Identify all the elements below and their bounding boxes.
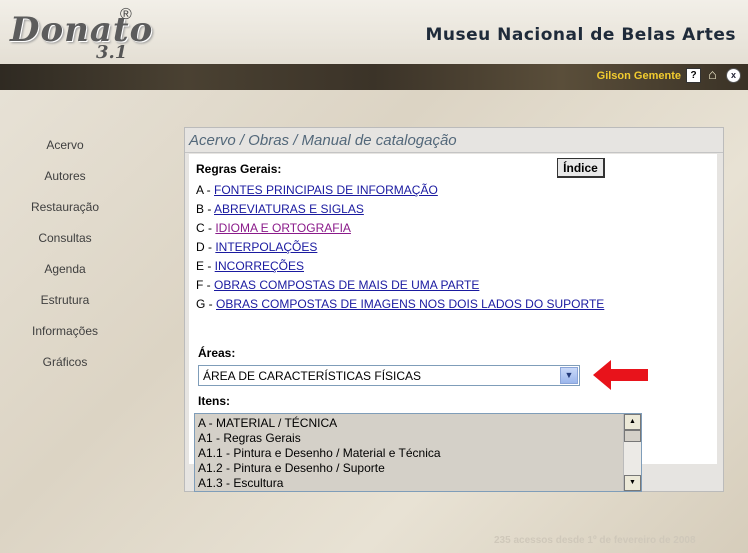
rule-link[interactable]: OBRAS COMPOSTAS DE IMAGENS NOS DOIS LADO… xyxy=(216,297,604,311)
rule-link[interactable]: INTERPOLAÇÕES xyxy=(215,240,317,254)
sidebar-item-autores[interactable]: Autores xyxy=(0,161,130,192)
help-icon[interactable]: ? xyxy=(686,68,701,83)
scrollbar[interactable]: ▲ ▼ xyxy=(623,414,641,491)
rule-item: A - FONTES PRINCIPAIS DE INFORMAÇÃO xyxy=(196,183,438,197)
close-icon[interactable]: x xyxy=(726,68,741,83)
itens-label: Itens: xyxy=(198,394,231,408)
list-item[interactable]: A - MATERIAL / TÉCNICA xyxy=(198,416,618,431)
rule-item: C - IDIOMA E ORTOGRAFIA xyxy=(196,221,351,235)
scroll-up-icon[interactable]: ▲ xyxy=(624,414,641,430)
user-name[interactable]: Gilson Gemente xyxy=(597,70,681,82)
sidebar-item-graficos[interactable]: Gráficos xyxy=(0,347,130,378)
areas-select[interactable]: ÁREA DE CARACTERÍSTICAS FÍSICAS ▼ xyxy=(198,365,580,386)
areas-selected-value: ÁREA DE CARACTERÍSTICAS FÍSICAS xyxy=(203,369,422,383)
scroll-thumb[interactable] xyxy=(624,430,641,442)
rule-item: F - OBRAS COMPOSTAS DE MAIS DE UMA PARTE xyxy=(196,278,479,292)
donato-logo: Donato ® 3.1 xyxy=(8,6,152,63)
rule-prefix: F - xyxy=(196,278,214,292)
sidebar: Acervo Autores Restauração Consultas Age… xyxy=(0,130,130,378)
scroll-down-icon[interactable]: ▼ xyxy=(624,475,641,491)
sidebar-item-acervo[interactable]: Acervo xyxy=(0,130,130,161)
list-item[interactable]: A1 - Regras Gerais xyxy=(198,431,618,446)
rule-prefix: B - xyxy=(196,202,215,216)
list-item[interactable]: A1.3 - Escultura xyxy=(198,476,618,491)
home-icon[interactable]: ⌂ xyxy=(706,67,719,81)
red-arrow-icon xyxy=(593,360,648,390)
breadcrumb: Acervo / Obras / Manual de catalogação xyxy=(189,132,457,149)
sidebar-item-estrutura[interactable]: Estrutura xyxy=(0,285,130,316)
header: Donato ® 3.1 Museu Nacional de Belas Art… xyxy=(0,0,748,64)
areas-label: Áreas: xyxy=(198,346,236,360)
rule-link[interactable]: IDIOMA E ORTOGRAFIA xyxy=(215,221,351,235)
sidebar-item-agenda[interactable]: Agenda xyxy=(0,254,130,285)
divider xyxy=(185,152,723,153)
rule-prefix: G - xyxy=(196,297,216,311)
rule-link[interactable]: FONTES PRINCIPAIS DE INFORMAÇÃO xyxy=(214,183,438,197)
sidebar-item-consultas[interactable]: Consultas xyxy=(0,223,130,254)
list-item[interactable]: A1.2 - Pintura e Desenho / Suporte xyxy=(198,461,618,476)
itens-list: A - MATERIAL / TÉCNICA A1 - Regras Gerai… xyxy=(198,416,618,491)
rule-prefix: C - xyxy=(196,221,216,235)
registered-mark: ® xyxy=(120,6,132,23)
museum-title: Museu Nacional de Belas Artes xyxy=(425,25,736,45)
rule-link[interactable]: INCORREÇÕES xyxy=(215,259,304,273)
main-panel: Acervo / Obras / Manual de catalogação R… xyxy=(184,127,724,492)
list-item[interactable]: A1.1 - Pintura e Desenho / Material e Té… xyxy=(198,446,618,461)
rule-item: B - ABREVIATURAS E SIGLAS xyxy=(196,202,364,216)
rule-prefix: E - xyxy=(196,259,215,273)
sidebar-item-informacoes[interactable]: Informações xyxy=(0,316,130,347)
access-counter: 235 acessos desde 1º de fevereiro de 200… xyxy=(494,535,696,546)
rule-link[interactable]: ABREVIATURAS E SIGLAS xyxy=(214,202,364,216)
sidebar-item-restauracao[interactable]: Restauração xyxy=(0,192,130,223)
rule-link[interactable]: OBRAS COMPOSTAS DE MAIS DE UMA PARTE xyxy=(214,278,479,292)
content-area: Regras Gerais: Índice A - FONTES PRINCIP… xyxy=(189,154,717,492)
chevron-down-icon[interactable]: ▼ xyxy=(560,367,578,384)
rule-item: E - INCORREÇÕES xyxy=(196,259,304,273)
logo-version: 3.1 xyxy=(96,42,128,63)
rules-title: Regras Gerais: xyxy=(196,162,282,176)
rule-prefix: A - xyxy=(196,183,215,197)
index-button[interactable]: Índice xyxy=(557,158,605,178)
rule-item: D - INTERPOLAÇÕES xyxy=(196,240,317,254)
rule-item: G - OBRAS COMPOSTAS DE IMAGENS NOS DOIS … xyxy=(196,297,604,311)
rule-prefix: D - xyxy=(196,240,216,254)
itens-listbox[interactable]: A - MATERIAL / TÉCNICA A1 - Regras Gerai… xyxy=(194,413,642,492)
